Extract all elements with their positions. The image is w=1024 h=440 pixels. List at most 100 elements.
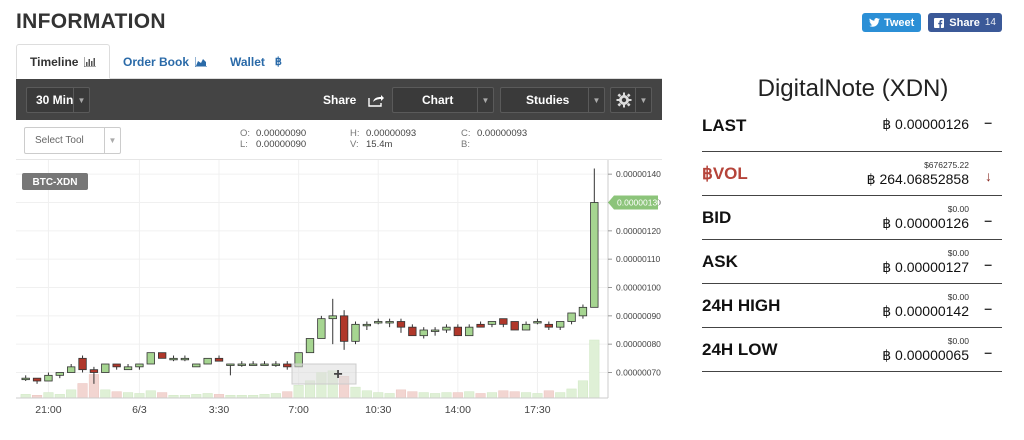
chevron-down-icon: ▼ <box>635 88 651 112</box>
candle-body <box>544 323 553 328</box>
market-row-usd: $0.00 <box>947 248 969 258</box>
candle-body <box>169 357 178 361</box>
ohlc-high: 0.00000093 <box>366 128 417 139</box>
market-row-value: ฿ 0.00000126 <box>882 116 969 132</box>
facebook-share-button[interactable]: Share 14 <box>928 13 1002 32</box>
volume-bar <box>293 385 304 399</box>
candle-body <box>32 377 42 382</box>
volume-bar <box>282 391 293 399</box>
share-chart-button[interactable]: Share <box>312 87 386 113</box>
volume-bar <box>589 339 600 399</box>
candle-body <box>55 372 64 376</box>
arrow-down-icon: ↓ <box>985 168 992 184</box>
tab-wallet[interactable]: Wallet ฿ <box>230 44 282 79</box>
volume-bar <box>213 394 225 399</box>
volume-bar <box>430 393 441 399</box>
tab-order-book[interactable]: Order Book <box>123 44 208 79</box>
candle-body <box>123 366 133 371</box>
candle-body <box>226 363 235 366</box>
volume-bar <box>566 388 577 399</box>
volume-bar <box>350 386 361 399</box>
market-row-value: ฿ 0.00000065 <box>882 347 969 363</box>
volume-bar <box>577 380 588 399</box>
market-row-label: 24H LOW <box>702 340 778 359</box>
select-tool-label: Select Tool <box>35 135 84 146</box>
candle-body <box>442 326 451 331</box>
info-tabs: Timeline Order Book Wallet ฿ <box>16 44 662 79</box>
studies-dropdown[interactable]: Studies ▼ <box>500 87 605 113</box>
candle-body <box>203 357 212 365</box>
candle-body <box>430 329 440 332</box>
candle-body <box>476 323 485 328</box>
volume-bar <box>486 392 497 399</box>
ohlc-low: 0.00000090 <box>256 139 307 150</box>
ohlc-volume: 15.4m <box>366 139 393 150</box>
chart-type-dropdown[interactable]: Chart ▼ <box>392 87 494 113</box>
candle-body <box>453 326 462 337</box>
volume-bar <box>464 391 475 399</box>
candle-body <box>578 306 588 317</box>
market-row-4: 24H HIGH $0.00 ฿ 0.00000142– <box>702 284 1002 328</box>
candle-body <box>362 323 372 327</box>
share-arrow-icon <box>368 94 385 107</box>
candlestick-chart-svg[interactable]: +0.00000140 0.00000130 0.00000120 0.0000011… <box>16 160 662 420</box>
share-count: 14 <box>984 17 996 28</box>
chevron-down-icon: ▼ <box>588 88 604 112</box>
y-tick-label: 0.00000100 <box>616 283 661 293</box>
market-row-usd: $676275.22 <box>924 160 969 170</box>
market-row-0: LAST ฿ 0.00000126– <box>702 108 1002 152</box>
candle-body <box>590 202 599 308</box>
volume-bar <box>452 392 463 399</box>
settings-dropdown[interactable]: ▼ <box>610 87 652 113</box>
candle-body <box>385 321 394 324</box>
market-row-value: ฿ 264.06852858 <box>866 171 969 187</box>
chart-type-label: Chart <box>422 93 454 107</box>
dash-icon: – <box>984 212 992 228</box>
volume-bar <box>157 392 168 399</box>
candle-body <box>135 363 144 368</box>
chart-toolbar: 30 Min ▼ Share Chart ▼ Studies ▼ ▼ <box>16 79 662 120</box>
y-tick-label: 0.00000070 <box>616 368 661 378</box>
ohlc-high-vol: H: 0.00000093 V: 15.4m <box>350 128 417 150</box>
dash-icon: – <box>984 300 992 316</box>
candle-body <box>89 369 99 373</box>
volume-bar <box>441 392 452 399</box>
candle-body <box>317 318 326 339</box>
social-buttons: Tweet Share 14 <box>861 13 1002 32</box>
volume-bar <box>498 390 509 399</box>
volume-bar <box>66 389 77 399</box>
ohlc-open: 0.00000090 <box>256 128 307 139</box>
price-chart[interactable]: +0.00000140 0.00000130 0.00000120 0.0000011… <box>16 160 662 420</box>
share-label: Share <box>949 16 980 29</box>
tab-order-book-label: Order Book <box>123 54 190 69</box>
y-tick-label: 0.00000090 <box>616 311 661 321</box>
market-row-label: BID <box>702 208 732 227</box>
market-row-usd: $0.00 <box>947 336 969 346</box>
select-tool-dropdown[interactable]: Select Tool ▼ <box>24 127 121 154</box>
x-tick-label: 14:00 <box>445 404 471 416</box>
last-price-label: 0.00000130 <box>617 198 662 208</box>
y-tick-label: 0.00000120 <box>616 226 661 236</box>
candle-body <box>396 321 406 328</box>
market-row-label: 24H HIGH <box>702 296 781 315</box>
candle-body <box>305 338 315 354</box>
bar-chart-icon <box>84 56 97 67</box>
studies-label: Studies <box>526 93 570 107</box>
market-row-usd: $0.00 <box>947 292 969 302</box>
volume-bar <box>509 391 520 399</box>
candle-body <box>510 321 519 331</box>
candle-body <box>237 363 246 366</box>
volume-bar <box>54 394 65 399</box>
interval-dropdown[interactable]: 30 Min ▼ <box>26 87 90 113</box>
candle-body <box>248 363 258 366</box>
tab-timeline[interactable]: Timeline <box>16 44 110 79</box>
facebook-icon <box>934 17 945 28</box>
candle-body <box>567 312 576 322</box>
tweet-button[interactable]: Tweet <box>861 13 922 32</box>
candle-body <box>556 321 565 328</box>
candle-body <box>499 318 508 325</box>
candle-body <box>101 363 110 373</box>
volume-bar <box>20 394 31 399</box>
market-title: DigitalNote (XDN) <box>757 75 949 102</box>
volume-bar <box>384 393 395 399</box>
